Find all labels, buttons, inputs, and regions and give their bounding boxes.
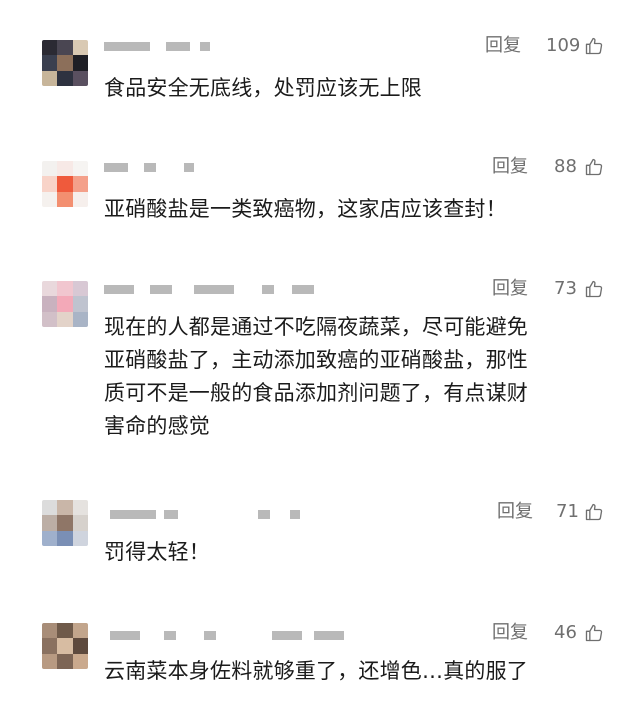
avatar-mosaic-cell — [57, 40, 74, 56]
thumbs-up-icon[interactable] — [584, 623, 604, 643]
username-blurred[interactable] — [104, 504, 364, 524]
username-blurred[interactable] — [104, 279, 364, 299]
avatar-mosaic-cell — [42, 191, 58, 207]
avatar-mosaic-cell — [42, 623, 58, 639]
like-count: 109 — [546, 35, 581, 56]
avatar-mosaic-cell — [72, 70, 88, 86]
avatar-mosaic-cell — [42, 653, 58, 669]
like-count: 88 — [554, 156, 577, 177]
avatar-mosaic-cell — [72, 296, 88, 313]
avatar-mosaic-cell — [57, 55, 74, 72]
reply-button[interactable]: 回复 — [492, 277, 528, 301]
avatar-mosaic-cell — [42, 311, 58, 327]
avatar-mosaic-cell — [72, 638, 88, 655]
like-count: 46 — [554, 622, 577, 643]
avatar-mosaic-cell — [57, 530, 74, 546]
avatar-mosaic-cell — [57, 281, 74, 297]
avatar-mosaic-cell — [57, 311, 74, 327]
avatar-mosaic-cell — [72, 500, 88, 516]
reply-button[interactable]: 回复 — [497, 500, 533, 524]
avatar-mosaic-cell — [57, 70, 74, 86]
avatar-mosaic-cell — [42, 638, 58, 655]
avatar[interactable] — [42, 500, 88, 546]
avatar-mosaic-cell — [57, 638, 74, 655]
like-count: 71 — [556, 501, 579, 522]
avatar-mosaic-cell — [42, 500, 58, 516]
thumbs-up-icon[interactable] — [584, 502, 604, 522]
avatar[interactable] — [42, 623, 88, 669]
avatar-mosaic-cell — [72, 530, 88, 546]
username-blurred[interactable] — [104, 157, 364, 177]
username-blurred[interactable] — [104, 36, 364, 56]
avatar-mosaic-cell — [42, 176, 58, 193]
avatar-mosaic-cell — [57, 161, 74, 177]
avatar[interactable] — [42, 281, 88, 327]
avatar-mosaic-cell — [72, 653, 88, 669]
avatar-mosaic-cell — [72, 281, 88, 297]
reply-button[interactable]: 回复 — [492, 621, 528, 645]
reply-button[interactable]: 回复 — [492, 155, 528, 179]
avatar-mosaic-cell — [57, 623, 74, 639]
avatar-mosaic-cell — [57, 515, 74, 532]
avatar-mosaic-cell — [72, 40, 88, 56]
thumbs-up-icon[interactable] — [584, 36, 604, 56]
avatar-mosaic-cell — [72, 55, 88, 72]
avatar-mosaic-cell — [42, 530, 58, 546]
thumbs-up-icon[interactable] — [584, 279, 604, 299]
avatar-mosaic-cell — [72, 311, 88, 327]
comment-text: 食品安全无底线，处罚应该无上限 — [104, 76, 422, 100]
avatar-mosaic-cell — [57, 296, 74, 313]
avatar-mosaic-cell — [72, 623, 88, 639]
comment-text: 云南菜本身佐料就够重了，还增色…真的服了 — [104, 659, 528, 683]
avatar-mosaic-cell — [72, 161, 88, 177]
thumbs-up-icon[interactable] — [584, 157, 604, 177]
avatar-mosaic-cell — [42, 55, 58, 72]
avatar-mosaic-cell — [57, 176, 74, 193]
comment-text: 现在的人都是通过不吃隔夜蔬菜，尽可能避免 亚硝酸盐了，主动添加致癌的亚硝酸盐，那… — [104, 315, 528, 438]
reply-button[interactable]: 回复 — [485, 34, 521, 58]
comment-text: 罚得太轻！ — [104, 540, 210, 564]
avatar-mosaic-cell — [42, 281, 58, 297]
avatar-mosaic-cell — [42, 70, 58, 86]
avatar[interactable] — [42, 161, 88, 207]
avatar-mosaic-cell — [57, 191, 74, 207]
like-count: 73 — [554, 278, 577, 299]
avatar-mosaic-cell — [72, 515, 88, 532]
avatar-mosaic-cell — [42, 515, 58, 532]
avatar[interactable] — [42, 40, 88, 86]
avatar-mosaic-cell — [42, 40, 58, 56]
avatar-mosaic-cell — [57, 500, 74, 516]
avatar-mosaic-cell — [42, 161, 58, 177]
username-blurred[interactable] — [104, 625, 364, 645]
avatar-mosaic-cell — [57, 653, 74, 669]
avatar-mosaic-cell — [72, 176, 88, 193]
comment-text: 亚硝酸盐是一类致癌物，这家店应该查封！ — [104, 197, 507, 221]
avatar-mosaic-cell — [72, 191, 88, 207]
avatar-mosaic-cell — [42, 296, 58, 313]
